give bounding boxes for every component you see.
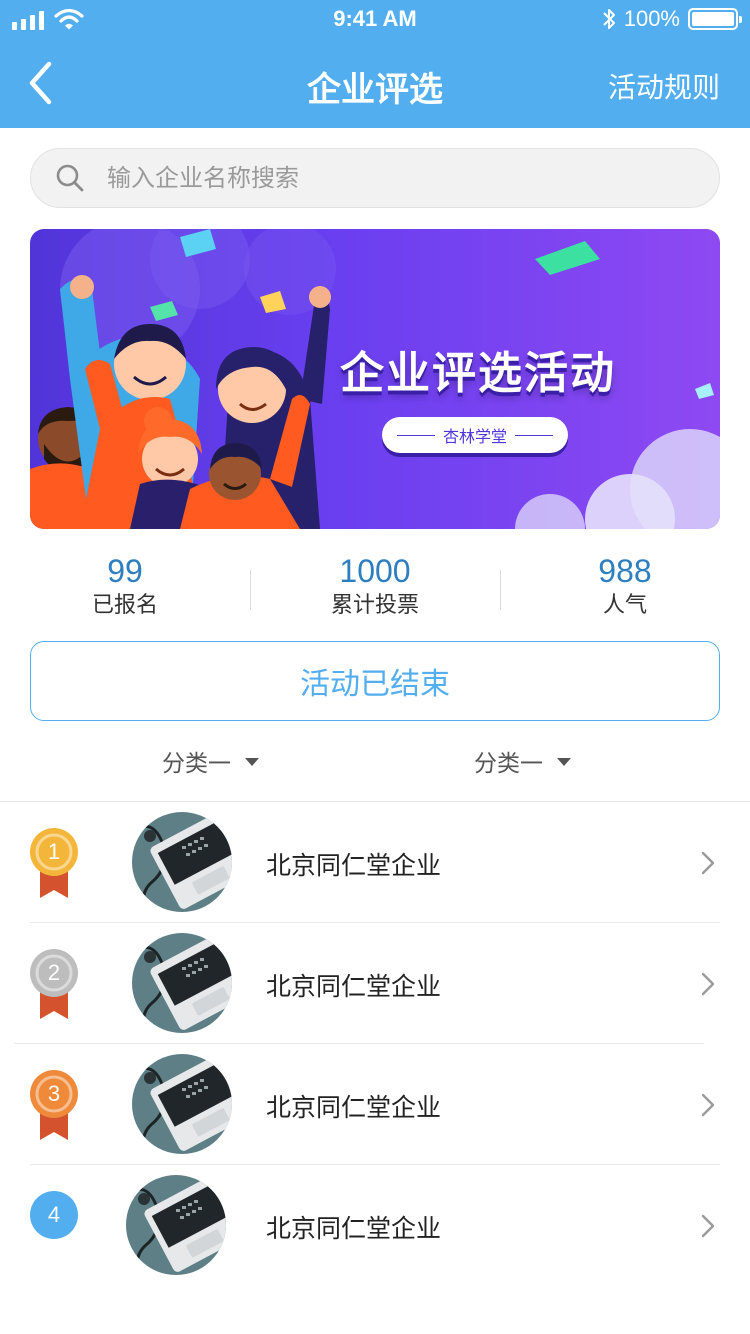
search-bar[interactable] <box>30 148 720 208</box>
list-item[interactable]: 2 北京同仁堂企业 <box>0 923 750 1044</box>
battery-icon <box>688 8 742 30</box>
banner-subtitle-pill: 杏林学堂 <box>382 417 568 453</box>
stat-popularity: 988 人气 <box>500 552 750 628</box>
company-name: 北京同仁堂企业 <box>266 1214 442 1243</box>
nav-bar: 企业评选 活动规则 <box>0 40 750 128</box>
company-avatar <box>132 1054 232 1154</box>
search-icon <box>56 164 84 192</box>
category-filter-1[interactable]: 分类一 <box>162 744 259 778</box>
stat-label: 人气 <box>602 593 647 618</box>
stat-label: 累计投票 <box>330 593 419 618</box>
company-name: 北京同仁堂企业 <box>266 851 442 880</box>
battery-fill <box>692 12 734 26</box>
stat-total-votes: 1000 累计投票 <box>250 552 500 628</box>
list-item[interactable]: 1 北京同仁堂企业 <box>0 802 750 923</box>
medal-icon: 1 <box>30 828 78 898</box>
rank-number: 2 <box>47 960 61 985</box>
stat-registered: 99 已报名 <box>0 552 250 628</box>
activity-rules-link[interactable]: 活动规则 <box>608 66 720 106</box>
rank-number: 4 <box>47 1202 61 1227</box>
stat-value: 988 <box>598 553 652 589</box>
stats-row: 99 已报名 1000 累计投票 988 人气 <box>0 552 750 628</box>
category-filter-2[interactable]: 分类一 <box>474 744 571 778</box>
chevron-right-icon <box>701 972 715 996</box>
back-arrow-icon[interactable] <box>24 60 64 106</box>
list-item[interactable]: 3 北京同仁堂企业 <box>0 1044 750 1165</box>
stat-value: 99 <box>107 553 143 589</box>
rank-number: 3 <box>47 1081 61 1106</box>
medal-icon: 3 <box>30 1070 78 1140</box>
header: 9:41 AM 100% 企业评选 活动规则 <box>0 0 750 128</box>
caret-down-icon <box>557 758 571 766</box>
status-right: 100% <box>602 6 742 32</box>
rank-badge: 4 <box>30 1191 78 1261</box>
stat-label: 已报名 <box>91 593 158 618</box>
company-avatar <box>126 1175 226 1275</box>
chevron-right-icon <box>701 1093 715 1117</box>
caret-down-icon <box>245 758 259 766</box>
activity-banner[interactable]: 企业评选活动 杏林学堂 <box>30 229 720 529</box>
banner-subtitle: 杏林学堂 <box>442 427 507 446</box>
rank-number: 1 <box>47 839 61 864</box>
ranking-list: 1 北京同仁堂企业 2 北京同仁堂企业 3 北京同仁堂企业 4 北京同仁堂企业 <box>0 802 750 1286</box>
filter-label: 分类一 <box>474 751 543 777</box>
company-avatar <box>132 933 232 1033</box>
list-item[interactable]: 4 北京同仁堂企业 <box>0 1165 750 1286</box>
pill-line <box>396 434 435 436</box>
medal-icon: 2 <box>30 949 78 1019</box>
bluetooth-icon <box>603 9 615 29</box>
stat-value: 1000 <box>339 553 411 589</box>
battery-percentage: 100% <box>623 6 680 31</box>
filter-bar: 分类一 分类一 <box>0 744 750 784</box>
filter-label: 分类一 <box>162 751 231 777</box>
chevron-right-icon <box>701 1214 715 1238</box>
search-input[interactable] <box>107 164 667 192</box>
company-name: 北京同仁堂企业 <box>266 972 442 1001</box>
pill-line <box>515 434 553 436</box>
company-avatar <box>132 812 232 912</box>
activity-status-button[interactable]: 活动已结束 <box>30 641 720 721</box>
status-bar: 9:41 AM 100% <box>0 0 750 40</box>
banner-title: 企业评选活动 <box>340 348 616 399</box>
chevron-right-icon <box>701 851 715 875</box>
company-name: 北京同仁堂企业 <box>266 1093 442 1122</box>
